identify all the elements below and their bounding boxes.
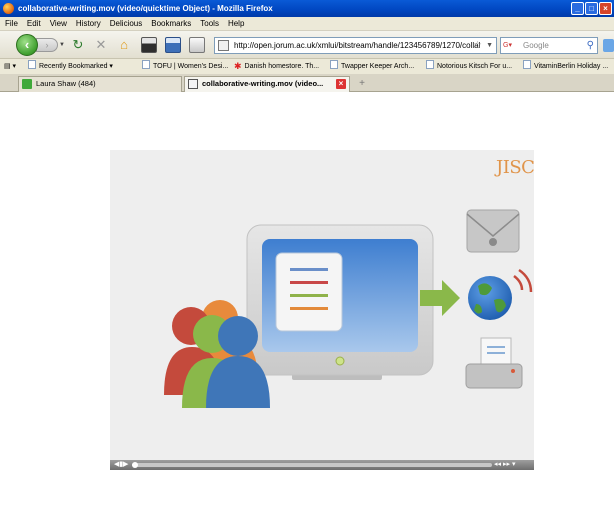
playback-buttons-icon[interactable]: ◂◂ ▸▸ ▾ <box>494 460 515 470</box>
tab-strip: Laura Shaw (484) collaborative-writing.m… <box>0 74 614 92</box>
volume-icon[interactable]: ◀▮ <box>114 460 123 470</box>
globe-icon <box>468 268 533 320</box>
tab-collaborative-writing[interactable]: collaborative-writing.mov (video... × <box>184 76 350 92</box>
bookmark-item[interactable]: Twapper Keeper Arch... <box>330 59 414 74</box>
menu-tools[interactable]: Tools <box>200 17 219 30</box>
tab-laura-shaw[interactable]: Laura Shaw (484) <box>18 76 182 92</box>
stop-icon[interactable]: ✕ <box>93 37 109 53</box>
forward-arrow-icon: › <box>45 40 49 50</box>
play-icon[interactable]: ▶ <box>123 460 128 470</box>
tab-favicon-icon <box>188 79 198 89</box>
menu-bar: File Edit View History Delicious Bookmar… <box>0 17 614 31</box>
toolbar-extension-icon[interactable] <box>189 37 205 53</box>
bookmark-item[interactable]: TOFU | Women's Desi... <box>142 59 228 74</box>
envelope-icon <box>466 209 520 253</box>
printer-icon <box>465 337 523 389</box>
menu-history[interactable]: History <box>76 17 101 30</box>
menu-view[interactable]: View <box>50 17 67 30</box>
menu-bookmarks[interactable]: Bookmarks <box>151 17 191 30</box>
minimize-button[interactable]: _ <box>571 2 584 15</box>
maximize-button[interactable]: □ <box>585 2 598 15</box>
asterisk-icon: ✱ <box>234 61 242 71</box>
window-titlebar: collaborative-writing.mov (video/quickti… <box>0 0 614 17</box>
page-icon <box>523 60 531 69</box>
page-content: JISC ◀▮ ▶ ◂◂ ▸▸ ▾ <box>0 92 614 528</box>
bookmark-recently-bookmarked[interactable]: Recently Bookmarked ▾ <box>28 59 113 74</box>
toolbar-extension-icon[interactable] <box>141 37 157 53</box>
close-icon[interactable]: × <box>336 79 346 89</box>
video-player[interactable]: JISC <box>110 150 535 470</box>
forward-button[interactable]: › <box>36 38 58 52</box>
bookmark-item[interactable]: Notorious Kitsch For u... <box>426 59 512 74</box>
address-bar[interactable]: http://open.jorum.ac.uk/xmlui/bitstream/… <box>214 37 497 54</box>
menu-edit[interactable]: Edit <box>27 17 41 30</box>
address-dropdown-icon[interactable]: ▼ <box>486 38 493 53</box>
menu-delicious[interactable]: Delicious <box>110 17 142 30</box>
jisc-logo: JISC <box>496 157 535 178</box>
search-engine-icon[interactable]: G▾ <box>503 40 519 51</box>
folder-icon <box>28 60 36 69</box>
search-icon[interactable]: ⚲ <box>587 38 594 53</box>
star-icon[interactable]: ☆ <box>473 38 482 53</box>
page-icon <box>330 60 338 69</box>
menu-file[interactable]: File <box>5 17 18 30</box>
search-placeholder: Google <box>523 41 549 50</box>
home-icon[interactable]: ⌂ <box>116 37 132 53</box>
menu-help[interactable]: Help <box>228 17 244 30</box>
search-box[interactable]: G▾ Google ⚲ <box>500 37 598 54</box>
video-frame-illustration <box>164 209 533 408</box>
new-tab-button[interactable]: + <box>354 77 370 91</box>
history-dropdown-icon[interactable]: ▼ <box>59 42 65 48</box>
video-scrubber[interactable] <box>132 462 492 468</box>
firefox-icon <box>3 3 14 14</box>
toolbar-extension-icon[interactable] <box>603 39 614 52</box>
close-window-button[interactable]: × <box>599 2 612 15</box>
back-button[interactable]: ‹ <box>16 34 38 56</box>
bookmarks-toolbar: ▤ ▾ Recently Bookmarked ▾ TOFU | Women's… <box>0 59 614 74</box>
window-controls: _ □ × <box>571 2 612 15</box>
page-icon <box>426 60 434 69</box>
bookmark-item[interactable]: ✱ Danish homestore. Th... <box>234 59 319 74</box>
back-arrow-icon: ‹ <box>24 37 30 52</box>
tab-favicon-icon <box>22 79 32 89</box>
bookmark-item[interactable]: VitaminBerlin Holiday ... <box>523 59 608 74</box>
address-url: http://open.jorum.ac.uk/xmlui/bitstream/… <box>234 41 481 50</box>
page-favicon-icon <box>218 40 229 51</box>
window-title: collaborative-writing.mov (video/quickti… <box>18 4 273 13</box>
scrubber-handle[interactable] <box>132 462 138 468</box>
page-icon <box>142 60 150 69</box>
reload-icon[interactable]: ↻ <box>70 37 86 53</box>
toolbar-extension-icon[interactable] <box>165 37 181 53</box>
navigation-toolbar: › ‹ ▼ ↻ ✕ ⌂ http://open.jorum.ac.uk/xmlu… <box>0 31 614 59</box>
bookmark-menu-icon[interactable]: ▤ ▾ <box>4 59 16 74</box>
monitor-icon <box>246 224 434 380</box>
video-controls: ◀▮ ▶ ◂◂ ▸▸ ▾ <box>110 460 534 470</box>
